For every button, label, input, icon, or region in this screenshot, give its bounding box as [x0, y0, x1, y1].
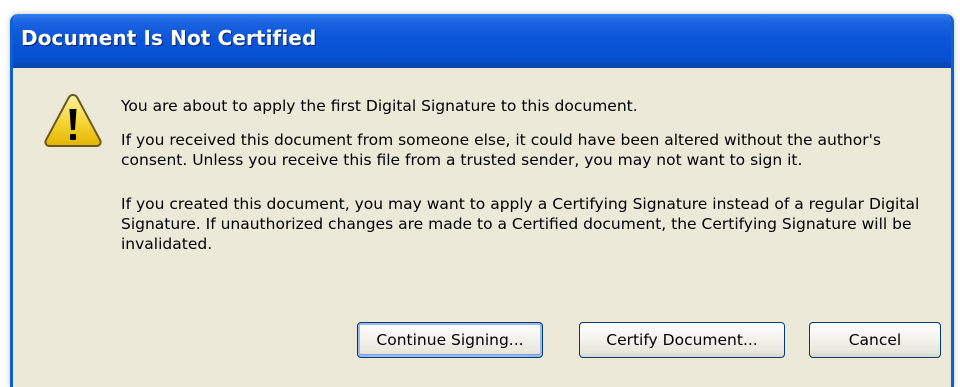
continue-signing-button[interactable]: Continue Signing... [357, 322, 543, 358]
message-first-signature: You are about to apply the first Digital… [121, 97, 638, 115]
message-altered-warning: If you received this document from someo… [121, 131, 881, 169]
button-row: Continue Signing... Certify Document... … [13, 322, 951, 362]
cancel-button[interactable]: Cancel [809, 322, 941, 358]
dialog-titlebar[interactable]: Document Is Not Certified [13, 14, 951, 68]
certify-document-button[interactable]: Certify Document... [579, 322, 785, 358]
message-certifying-advice: If you created this document, you may wa… [121, 195, 920, 253]
dialog-title: Document Is Not Certified [21, 26, 317, 50]
certification-dialog: Document Is Not Certified You are about … [10, 14, 954, 387]
warning-icon [43, 92, 103, 148]
dialog-message: You are about to apply the first Digital… [121, 96, 951, 254]
